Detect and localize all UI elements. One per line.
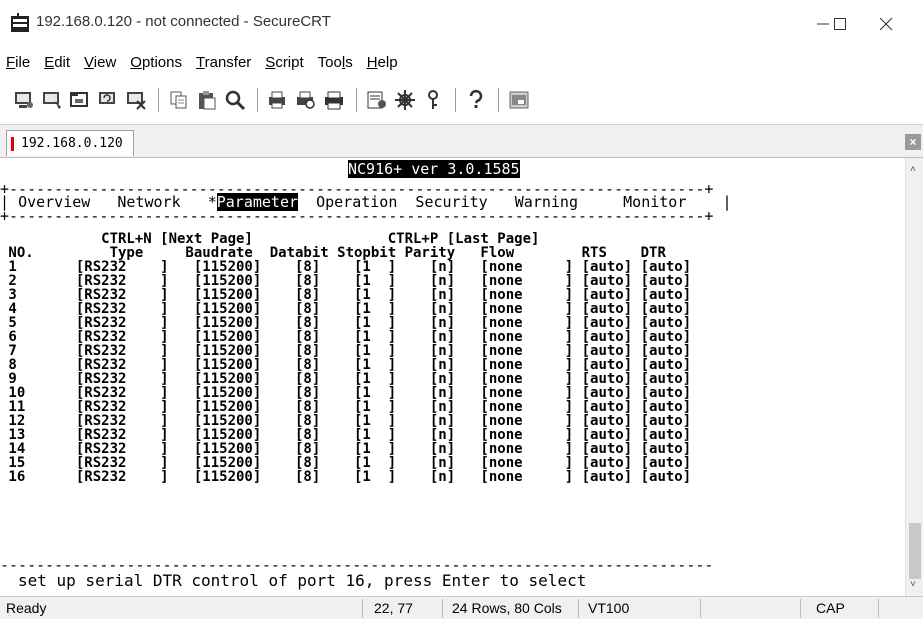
menu-file[interactable]: File bbox=[6, 54, 30, 71]
print-preview-icon[interactable] bbox=[294, 88, 318, 112]
status-caps-lock: CAP bbox=[816, 600, 845, 616]
status-separator bbox=[800, 599, 801, 618]
menu-view[interactable]: View bbox=[84, 54, 116, 71]
menu-transfer[interactable]: Transfer bbox=[196, 54, 251, 71]
paste-icon[interactable] bbox=[195, 88, 219, 112]
title-bar: 192.168.0.120 - not connected - SecureCR… bbox=[0, 0, 923, 48]
status-separator bbox=[362, 599, 363, 618]
connect-icon[interactable] bbox=[12, 88, 36, 112]
copy-icon[interactable] bbox=[167, 88, 191, 112]
help-icon[interactable] bbox=[464, 88, 488, 112]
status-separator bbox=[442, 599, 443, 618]
session-tab[interactable]: 192.168.0.120 bbox=[6, 130, 134, 156]
menu-tools[interactable]: Tools bbox=[318, 54, 353, 71]
scrollbar-thumb[interactable] bbox=[909, 523, 921, 579]
print-setup-icon[interactable] bbox=[266, 88, 290, 112]
toolbar-separator bbox=[455, 88, 456, 112]
menu-options[interactable]: Options bbox=[130, 54, 182, 71]
table-row[interactable]: 2 [RS232 ] [115200] [8] [1 ] [n] [none ]… bbox=[0, 274, 905, 288]
table-row[interactable]: 14 [RS232 ] [115200] [8] [1 ] [n] [none … bbox=[0, 442, 905, 456]
toolbar-separator bbox=[356, 88, 357, 112]
toolbar-separator bbox=[498, 88, 499, 112]
table-row[interactable]: 15 [RS232 ] [115200] [8] [1 ] [n] [none … bbox=[0, 456, 905, 470]
terminal-screen[interactable]: NC916+ ver 3.0.1585 +-------------------… bbox=[0, 158, 905, 596]
table-row[interactable]: 6 [RS232 ] [115200] [8] [1 ] [n] [none ]… bbox=[0, 330, 905, 344]
close-button[interactable] bbox=[866, 10, 906, 38]
divider-mid: +---------------------------------------… bbox=[0, 207, 714, 225]
connect-in-tab-icon[interactable] bbox=[68, 88, 92, 112]
find-icon[interactable] bbox=[223, 88, 247, 112]
table-row[interactable]: 16 [RS232 ] [115200] [8] [1 ] [n] [none … bbox=[0, 470, 905, 484]
table-row[interactable]: 8 [RS232 ] [115200] [8] [1 ] [n] [none ]… bbox=[0, 358, 905, 372]
window-title: 192.168.0.120 - not connected - SecureCR… bbox=[36, 13, 331, 30]
toolbar bbox=[0, 80, 923, 120]
status-separator bbox=[878, 599, 879, 618]
status-separator bbox=[578, 599, 579, 618]
status-bar: Ready 22, 77 24 Rows, 80 Cols VT100 CAP bbox=[0, 596, 923, 619]
toolbar-separator bbox=[257, 88, 258, 112]
table-row[interactable]: 4 [RS232 ] [115200] [8] [1 ] [n] [none ]… bbox=[0, 302, 905, 316]
session-tab-strip: 192.168.0.120 × bbox=[0, 124, 923, 158]
scroll-up-icon[interactable]: ˄ bbox=[910, 164, 916, 175]
menu-bar: File Edit View Options Transfer Script T… bbox=[0, 48, 923, 76]
tab-status-marker bbox=[11, 137, 14, 151]
securecrt-app-icon[interactable] bbox=[10, 13, 30, 33]
session-options-icon[interactable] bbox=[365, 88, 389, 112]
table-row[interactable]: 10 [RS232 ] [115200] [8] [1 ] [n] [none … bbox=[0, 386, 905, 400]
status-cursor-position: 22, 77 bbox=[374, 600, 413, 616]
close-tab-icon[interactable]: × bbox=[905, 134, 921, 150]
table-row[interactable]: 3 [RS232 ] [115200] [8] [1 ] [n] [none ]… bbox=[0, 288, 905, 302]
session-tab-label: 192.168.0.120 bbox=[21, 136, 123, 151]
terminal-header: NC916+ ver 3.0.1585 bbox=[348, 160, 520, 178]
sftp-icon[interactable] bbox=[507, 88, 531, 112]
menu-edit[interactable]: Edit bbox=[44, 54, 70, 71]
scroll-down-icon[interactable]: ˅ bbox=[910, 579, 916, 590]
status-emulation: VT100 bbox=[588, 600, 630, 616]
menu-help[interactable]: Help bbox=[367, 54, 398, 71]
terminal-scrollbar[interactable]: ˄ ˅ bbox=[905, 158, 923, 596]
table-row[interactable]: 5 [RS232 ] [115200] [8] [1 ] [n] [none ]… bbox=[0, 316, 905, 330]
disconnect-icon[interactable] bbox=[124, 88, 148, 112]
status-dimensions: 24 Rows, 80 Cols bbox=[452, 600, 562, 616]
quick-connect-icon[interactable] bbox=[40, 88, 64, 112]
table-row[interactable]: 7 [RS232 ] [115200] [8] [1 ] [n] [none ]… bbox=[0, 344, 905, 358]
key-map-icon[interactable] bbox=[421, 88, 445, 112]
table-row[interactable]: 9 [RS232 ] [115200] [8] [1 ] [n] [none ]… bbox=[0, 372, 905, 386]
toolbar-separator bbox=[158, 88, 159, 112]
table-row[interactable]: 12 [RS232 ] [115200] [8] [1 ] [n] [none … bbox=[0, 414, 905, 428]
maximize-button[interactable] bbox=[820, 10, 860, 38]
status-separator bbox=[700, 599, 701, 618]
table-row[interactable]: 1 [RS232 ] [115200] [8] [1 ] [n] [none ]… bbox=[0, 260, 905, 274]
status-ready: Ready bbox=[6, 600, 47, 616]
terminal-header-line: NC916+ ver 3.0.1585 bbox=[0, 160, 905, 178]
global-options-icon[interactable] bbox=[393, 88, 417, 112]
terminal-prompt: set up serial DTR control of port 16, pr… bbox=[18, 571, 587, 590]
table-row[interactable]: 13 [RS232 ] [115200] [8] [1 ] [n] [none … bbox=[0, 428, 905, 442]
reconnect-icon[interactable] bbox=[96, 88, 120, 112]
page-nav-line: CTRL+N [Next Page] CTRL+P [Last Page] bbox=[0, 232, 540, 246]
table-header: NO. Type Baudrate Databit Stopbit Parity… bbox=[0, 246, 666, 260]
table-row[interactable]: 11 [RS232 ] [115200] [8] [1 ] [n] [none … bbox=[0, 400, 905, 414]
menu-script[interactable]: Script bbox=[265, 54, 303, 71]
print-icon[interactable] bbox=[322, 88, 346, 112]
